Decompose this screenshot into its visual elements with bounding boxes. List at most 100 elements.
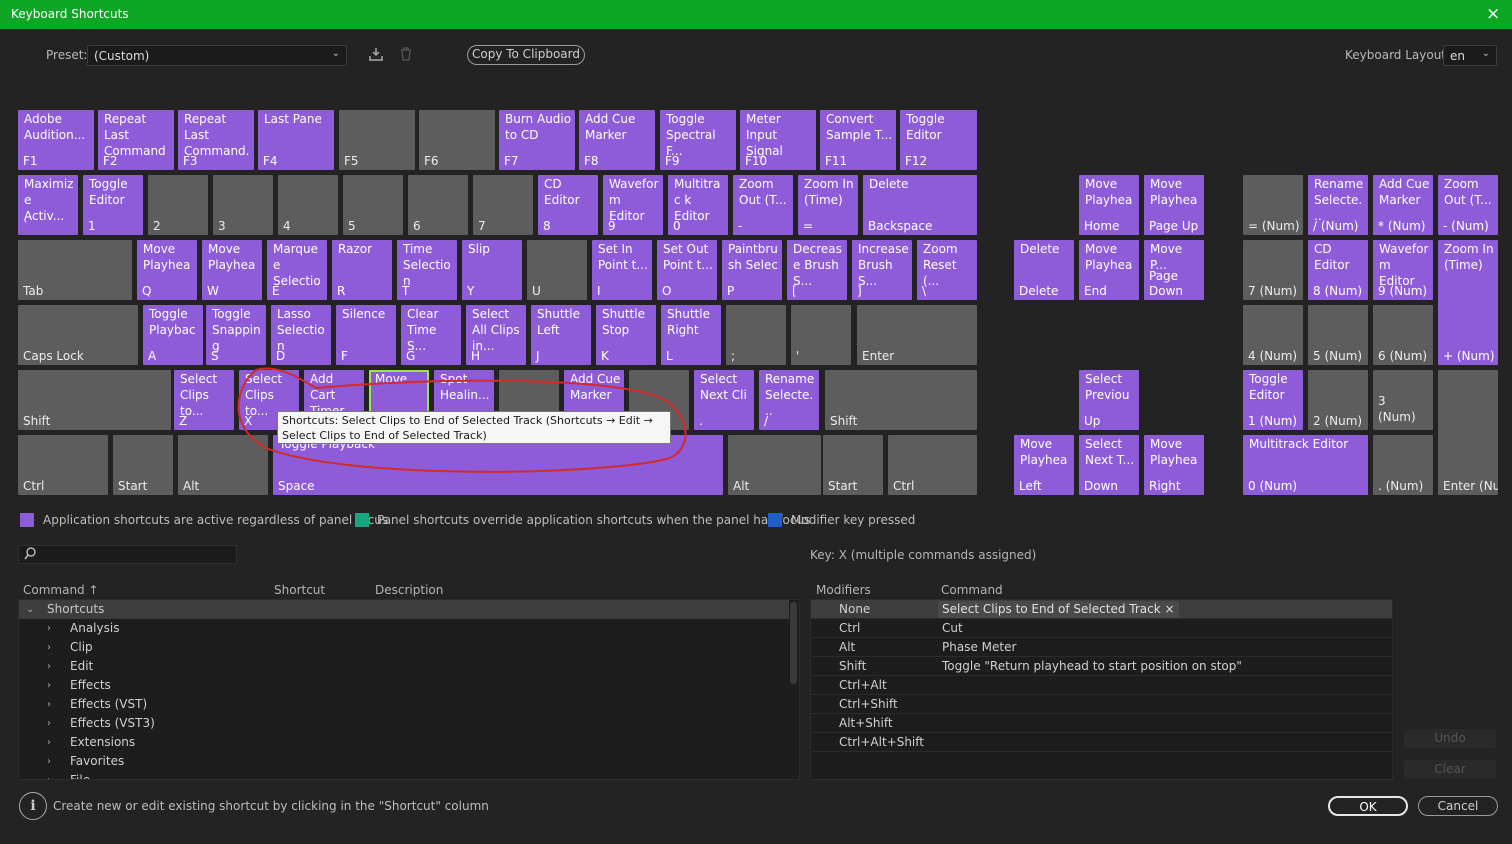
keyboard-layout-select[interactable]: en ⌄ [1443,45,1497,66]
key-9-num-87[interactable]: Wavefor m Editor 9 (Num) [1373,240,1433,300]
modifier-row[interactable]: Ctrl+Alt [811,676,1392,695]
key-3-15[interactable]: 3 [213,175,273,235]
tree-item[interactable]: › Favorites [19,752,789,771]
key-f8-7[interactable]: Add Cue Marker F8 [579,110,655,170]
ok-button[interactable]: OK [1328,796,1408,816]
tree-item[interactable]: › Analysis [19,619,789,638]
key-4-num-89[interactable]: 4 (Num) [1243,305,1303,365]
key-space-68[interactable]: Toggle Playback Space [273,435,723,495]
key-1-num-92[interactable]: Toggle Editor 1 (Num) [1243,370,1303,430]
key-r-30[interactable]: Razor R [332,240,392,300]
key-sym-63[interactable]: Rename Selecte... / [759,370,819,430]
key-6-18[interactable]: 6 [408,175,468,235]
tree-root-row[interactable]: ⌄ Shortcuts [19,600,789,619]
key-l-49[interactable]: Shuttle Right L [661,305,721,365]
scrollbar-thumb[interactable] [790,602,797,684]
key-9-21[interactable]: Wavefor m Editor 9 [603,175,663,235]
key-alt-69[interactable]: Alt [728,435,821,495]
key-h-46[interactable]: Select All Clips in... H [466,305,526,365]
key-f7-6[interactable]: Burn Audio to CD F7 [499,110,575,170]
key-7-19[interactable]: 7 [473,175,533,235]
key-4-16[interactable]: 4 [278,175,338,235]
key-2-num-93[interactable]: 2 (Num) [1308,370,1368,430]
key-f4-3[interactable]: Last Pane F4 [258,110,334,170]
key-2-14[interactable]: 2 [148,175,208,235]
undo-button[interactable]: Undo [1404,729,1496,748]
key-8-20[interactable]: CD Editor 8 [538,175,598,235]
key-delete-74[interactable]: Delete Delete [1014,240,1074,300]
key-up-77[interactable]: Select Previou Up [1079,370,1139,430]
key-page-down-76[interactable]: Move P... Page Down [1144,240,1204,300]
key-f2-1[interactable]: Repeat Last Command F2 [98,110,174,170]
close-icon[interactable]: × [1486,4,1500,24]
key-f6-5[interactable]: F6 [419,110,495,170]
key-a-41[interactable]: Toggle Playbac A [143,305,203,365]
key-ctrl-71[interactable]: Ctrl [888,435,977,495]
assigned-command-chip[interactable]: Select Clips to End of Selected Track × [938,601,1179,618]
tree-item[interactable]: › Effects [19,676,789,695]
modifier-row[interactable]: Shift Toggle "Return playhead to start po… [811,657,1392,676]
key-7-num-85[interactable]: 7 (Num) [1243,240,1303,300]
key-sym-62[interactable]: Select Next Cli. [694,370,754,430]
key-3-num-94[interactable]: 3 (Num) [1373,370,1433,430]
key-f9-8[interactable]: Toggle Spectral F... F9 [660,110,736,170]
key-k-48[interactable]: Shuttle Stop K [596,305,656,365]
key-sym-50[interactable]: ; [726,305,786,365]
key-num-83[interactable]: Add Cue Marker * (Num) [1373,175,1433,235]
key-down-79[interactable]: Select Next T... Down [1079,435,1139,495]
tree-item[interactable]: › Extensions [19,733,789,752]
key-f1-0[interactable]: Adobe Audition... F1 [18,110,94,170]
key-t-31[interactable]: Time Selection T [397,240,457,300]
tree-item[interactable]: › File [19,771,789,779]
column-header-shortcut[interactable]: Shortcut [274,583,325,597]
key-num-81[interactable]: = (Num) [1243,175,1303,235]
key-w-28[interactable]: Move Playhea W [202,240,262,300]
key-f11-10[interactable]: Convert Sample T... F11 [820,110,896,170]
key-p-36[interactable]: Paintbru sh Selec P [722,240,782,300]
key-end-75[interactable]: Move Playhea End [1079,240,1139,300]
key-o-35[interactable]: Set Out Point t... O [657,240,717,300]
key-6-num-91[interactable]: 6 (Num) [1373,305,1433,365]
key-sym-23[interactable]: Zoom Out (T... - [733,175,793,235]
key-right-80[interactable]: Move Playhea Right [1144,435,1204,495]
key-caps-lock-40[interactable]: Caps Lock [18,305,138,365]
save-preset-icon[interactable] [368,46,384,66]
key-5-num-90[interactable]: 5 (Num) [1308,305,1368,365]
key-f5-4[interactable]: F5 [339,110,415,170]
modifier-row[interactable]: Ctrl+Alt+Shift [811,733,1392,752]
key-sym-24[interactable]: Zoom In (Time) = [798,175,858,235]
preset-select[interactable]: (Custom) ⌄ [87,45,347,66]
key-enter-52[interactable]: Enter [857,305,977,365]
copy-to-clipboard-button[interactable]: Copy To Clipboard [467,45,585,65]
key-sym-12[interactable]: Maximiz e Activ... ` [18,175,78,235]
key-sym-38[interactable]: Increase Brush S...] [852,240,912,300]
key-num-88[interactable]: Zoom In (Time) + (Num) [1438,240,1498,365]
key-sym-37[interactable]: Decrease Brush S...[ [787,240,847,300]
key-page-up-73[interactable]: Move Playhea Page Up [1144,175,1204,235]
key-j-47[interactable]: Shuttle Left J [531,305,591,365]
modifier-row[interactable]: None Select Clips to End of Selected Trac… [811,600,1392,619]
key-num-82[interactable]: Rename Selecte... / (Num) [1308,175,1368,235]
key-num-96[interactable]: . (Num) [1373,435,1433,495]
key-8-num-86[interactable]: CD Editor 8 (Num) [1308,240,1368,300]
tree-item[interactable]: › Effects (VST3) [19,714,789,733]
key-start-66[interactable]: Start [113,435,173,495]
key-backspace-25[interactable]: Delete Backspace [863,175,977,235]
key-e-29[interactable]: Marquee SelectionE [267,240,327,300]
key-i-34[interactable]: Set In Point t... I [592,240,652,300]
tree-item[interactable]: › Edit [19,657,789,676]
modifier-row[interactable]: Alt+Shift [811,714,1392,733]
tree-item[interactable]: › Clip [19,638,789,657]
key-u-33[interactable]: U [527,240,587,300]
column-header-description[interactable]: Description [375,583,443,597]
key-shift-64[interactable]: Shift [825,370,977,430]
key-start-70[interactable]: Start [823,435,883,495]
clear-button[interactable]: Clear [1404,760,1496,779]
key-5-17[interactable]: 5 [343,175,403,235]
key-s-42[interactable]: Toggle Snapping S [206,305,266,365]
key-g-45[interactable]: Clear Time S... G [401,305,461,365]
key-y-32[interactable]: Slip Y [462,240,522,300]
key-f-44[interactable]: Silence F [336,305,396,365]
key-0-num-95[interactable]: Multitrack Editor 0 (Num) [1243,435,1368,495]
key-num-84[interactable]: Zoom Out (T... - (Num) [1438,175,1498,235]
